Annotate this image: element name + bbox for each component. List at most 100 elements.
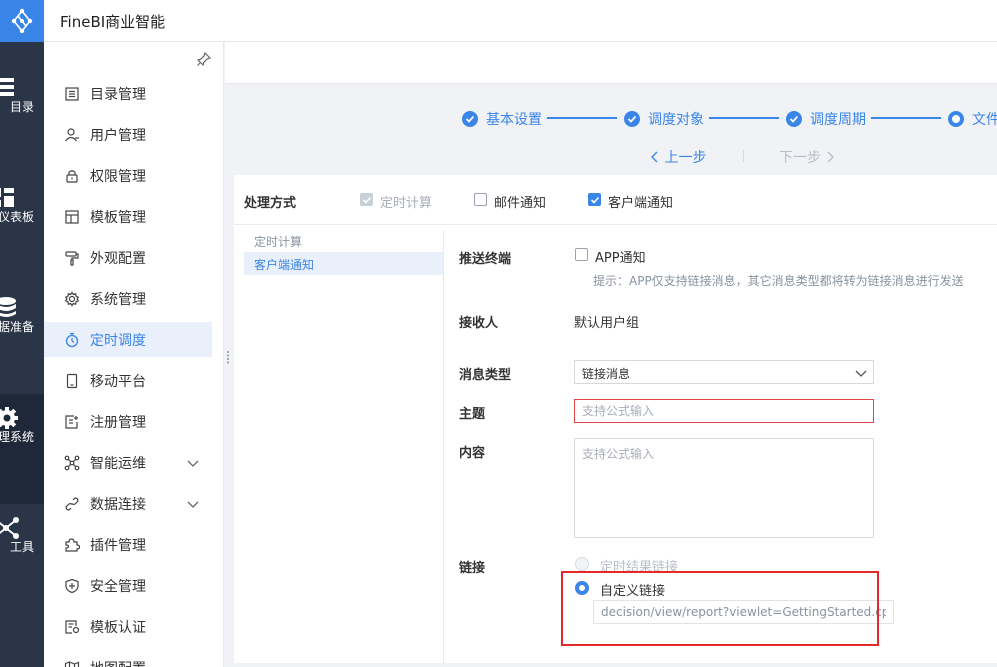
wizard-step-label: 调度周期: [810, 112, 866, 128]
pin-icon[interactable]: [197, 52, 211, 66]
check-icon: [624, 111, 640, 127]
rail-item-data-prep[interactable]: 数据准备: [0, 284, 44, 394]
certificate-icon: [65, 619, 80, 634]
processing-method-title: 处理方式: [244, 196, 297, 211]
app-rail: 目录 仪表板 数据准备 管理系统 工具: [0, 0, 44, 667]
menu-item-permissions[interactable]: 权限管理: [44, 158, 212, 193]
menu-item-label: 权限管理: [90, 168, 146, 185]
subnav-title[interactable]: 定时计算: [254, 233, 302, 250]
menu-item-label: 数据连接: [90, 496, 146, 513]
menu-item-registration[interactable]: 注册管理: [44, 404, 212, 439]
receiver-value: 默认用户组: [574, 316, 640, 331]
rail-item-dashboard[interactable]: 仪表板: [0, 174, 44, 284]
method-subnav: 定时计算 客户端通知: [244, 230, 444, 663]
wizard-step-label: 调度对象: [648, 112, 704, 128]
message-type-label: 消息类型: [459, 368, 512, 383]
nav-divider: [743, 150, 744, 162]
stopwatch-icon: [65, 332, 79, 347]
menu-item-system[interactable]: 系统管理: [44, 281, 212, 316]
wizard-connector: [871, 117, 941, 119]
menu-item-label: 地图配置: [90, 658, 146, 667]
app-title: FineBI商业智能: [60, 13, 166, 31]
menu-item-label: 移动平台: [90, 373, 146, 390]
menu-item-label: 系统管理: [90, 291, 146, 308]
highlight-box: [561, 571, 879, 646]
subject-label: 主题: [459, 407, 486, 422]
message-type-select[interactable]: 链接消息: [574, 360, 874, 384]
menu-item-templates[interactable]: 模板管理: [44, 199, 212, 234]
wizard-step-basic[interactable]: 基本设置: [462, 109, 542, 129]
register-icon: [65, 414, 78, 429]
scheduled-calc-checkbox: [360, 193, 373, 206]
menu-item-users[interactable]: 用户管理: [44, 117, 212, 152]
check-icon: [786, 111, 802, 127]
menu-item-label: 插件管理: [90, 537, 146, 554]
prev-step-button[interactable]: 上一步: [650, 147, 706, 167]
check-icon: [462, 111, 478, 127]
wizard-step-target[interactable]: 调度对象: [624, 109, 704, 129]
rail-item-catalog[interactable]: 目录: [0, 64, 44, 174]
scheduled-calc-label: 定时计算: [380, 196, 433, 211]
menu-item-label: 定时调度: [90, 332, 146, 349]
next-step-label: 下一步: [779, 150, 821, 166]
subnav-item-label: 客户端通知: [254, 258, 315, 272]
result-link-radio: [575, 557, 589, 571]
subject-input[interactable]: [574, 399, 874, 423]
menu-item-data-connection[interactable]: 数据连接: [44, 486, 212, 521]
gear-icon: [0, 407, 18, 429]
menu-item-mobile[interactable]: 移动平台: [44, 363, 212, 398]
menu-item-label: 外观配置: [90, 250, 146, 267]
chevron-down-icon: [855, 370, 867, 377]
resize-handle[interactable]: [226, 350, 230, 364]
wizard-step-cycle[interactable]: 调度周期: [786, 109, 866, 129]
top-bar: FineBI商业智能: [44, 0, 997, 42]
wizard-step-file[interactable]: 文件处理: [948, 109, 997, 129]
gear-icon: [64, 290, 80, 307]
prev-step-label: 上一步: [664, 150, 707, 166]
email-notify-label: 邮件通知: [494, 196, 547, 211]
content-textarea[interactable]: [574, 438, 874, 538]
logo-icon: [11, 8, 33, 34]
client-notify-label: 客户端通知: [608, 196, 674, 211]
network-icon: [0, 517, 19, 539]
rail-label: 目录: [9, 100, 34, 114]
menu-item-map[interactable]: 地图配置: [44, 650, 212, 667]
client-notify-checkbox[interactable]: [588, 193, 601, 206]
menu-item-appearance[interactable]: 外观配置: [44, 240, 212, 275]
app-notify-checkbox[interactable]: [575, 248, 588, 261]
chevron-left-icon: [651, 151, 658, 163]
subnav-item-client-notify[interactable]: 客户端通知: [244, 252, 443, 275]
wizard-connector: [547, 117, 617, 119]
catalog-icon: [65, 86, 79, 101]
menu-item-catalog[interactable]: 目录管理: [44, 76, 212, 111]
rail-item-tools[interactable]: 工具: [0, 504, 44, 614]
menu-item-ops[interactable]: 智能运维: [44, 445, 212, 480]
next-step-button[interactable]: 下一步: [779, 147, 835, 167]
terminal-label: 推送终端: [459, 252, 512, 267]
menu-item-schedule[interactable]: 定时调度: [44, 322, 212, 357]
current-step-indicator: [948, 111, 964, 127]
map-icon: [64, 660, 80, 667]
menu-item-certification[interactable]: 模板认证: [44, 609, 212, 644]
schedule-wizard: 基本设置 调度对象 调度周期 文件处理 上一步 下一步: [225, 84, 997, 174]
wizard-step-label: 文件处理: [972, 112, 997, 128]
menu-item-label: 注册管理: [90, 414, 146, 431]
menu-item-label: 用户管理: [90, 127, 146, 144]
management-menu: 目录管理 用户管理 权限管理 模板管理 外观配置 系统管理 定时调度 移动平台 …: [44, 42, 224, 667]
rail-item-management[interactable]: 管理系统: [0, 394, 44, 504]
puzzle-icon: [65, 537, 80, 552]
menu-item-label: 智能运维: [90, 455, 146, 472]
menu-item-label: 目录管理: [90, 86, 146, 103]
chevron-right-icon: [827, 151, 835, 163]
chevron-down-icon: [187, 501, 199, 508]
list-icon: [0, 78, 14, 96]
file-processing-panel: 处理方式 定时计算 邮件通知 客户端通知 定时计算 客户端通知 推送终端 APP…: [234, 175, 997, 663]
email-notify-checkbox[interactable]: [474, 193, 487, 206]
menu-item-plugins[interactable]: 插件管理: [44, 527, 212, 562]
rail-label: 仪表板: [0, 210, 34, 224]
processing-method-row: 处理方式 定时计算 邮件通知 客户端通知: [234, 175, 997, 225]
menu-item-security[interactable]: 安全管理: [44, 568, 212, 603]
dashboard-icon: [0, 188, 14, 207]
lock-icon: [66, 169, 78, 183]
app-logo[interactable]: [0, 0, 44, 42]
